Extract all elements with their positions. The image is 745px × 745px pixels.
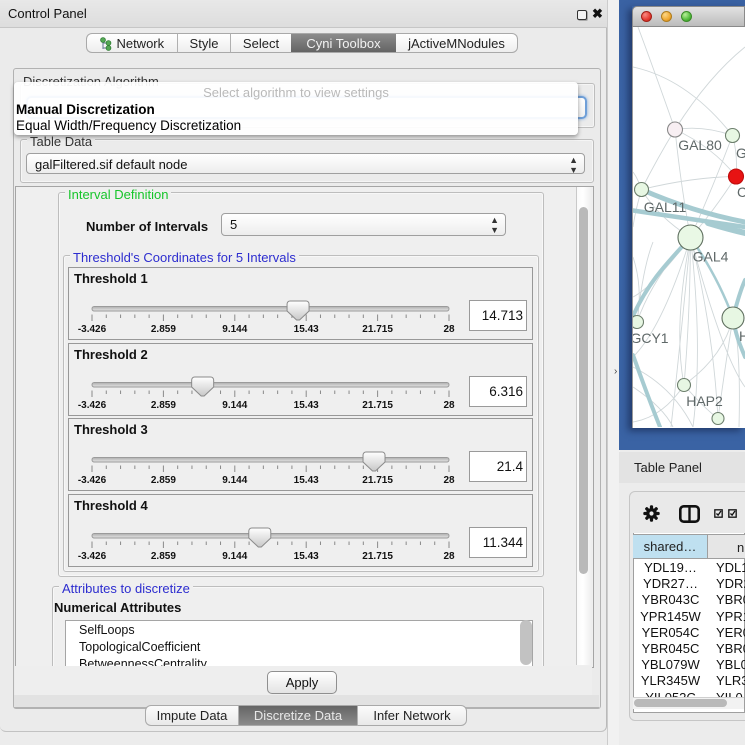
svg-text:9.144: 9.144 <box>222 551 247 562</box>
svg-text:21.715: 21.715 <box>362 324 393 335</box>
svg-text:2.859: 2.859 <box>151 475 176 486</box>
svg-text:-3.426: -3.426 <box>78 324 107 335</box>
svg-text:28: 28 <box>443 551 455 562</box>
svg-text:28: 28 <box>443 475 455 486</box>
svg-text:GAL4: GAL4 <box>693 249 729 265</box>
svg-text:-3.426: -3.426 <box>78 400 107 411</box>
svg-text:GCY1: GCY1 <box>633 330 669 346</box>
svg-text:H: H <box>739 328 745 344</box>
svg-text:2.859: 2.859 <box>151 324 176 335</box>
svg-text:GAL11: GAL11 <box>644 199 687 215</box>
svg-text:2.859: 2.859 <box>151 551 176 562</box>
svg-text:9.144: 9.144 <box>222 475 247 486</box>
svg-text:21.715: 21.715 <box>362 475 393 486</box>
svg-text:9.144: 9.144 <box>222 324 247 335</box>
svg-text:21.715: 21.715 <box>362 400 393 411</box>
svg-text:GAL80: GAL80 <box>678 137 722 153</box>
svg-text:GA: GA <box>736 145 745 161</box>
svg-text:C: C <box>737 184 745 200</box>
svg-text:28: 28 <box>443 400 455 411</box>
svg-text:HAP2: HAP2 <box>686 393 723 409</box>
svg-text:-3.426: -3.426 <box>78 551 107 562</box>
svg-text:-3.426: -3.426 <box>78 475 107 486</box>
svg-text:15.43: 15.43 <box>294 400 319 411</box>
svg-text:28: 28 <box>443 324 455 335</box>
svg-text:15.43: 15.43 <box>294 475 319 486</box>
svg-text:15.43: 15.43 <box>294 551 319 562</box>
svg-text:2.859: 2.859 <box>151 400 176 411</box>
svg-text:15.43: 15.43 <box>294 324 319 335</box>
svg-text:9.144: 9.144 <box>222 400 247 411</box>
svg-text:21.715: 21.715 <box>362 551 393 562</box>
